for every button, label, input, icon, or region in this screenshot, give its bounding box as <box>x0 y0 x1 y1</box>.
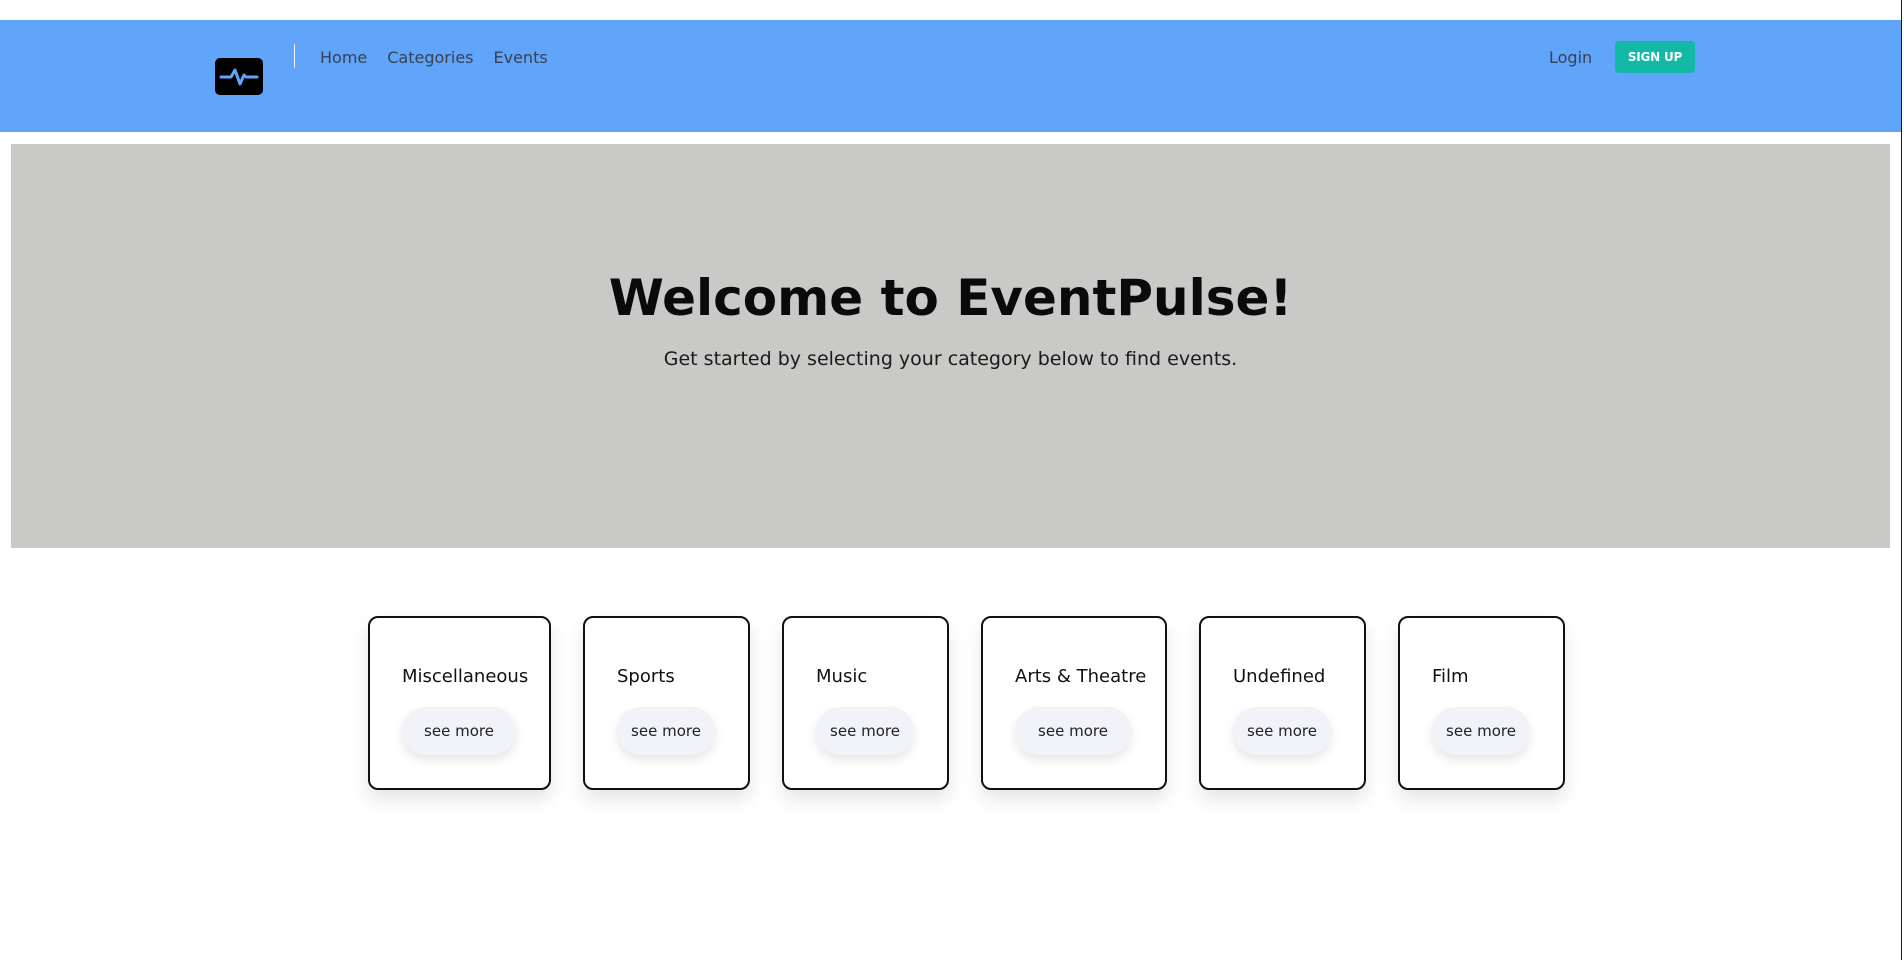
top-navigation-bar: Home Categories Events Login SIGN UP <box>0 20 1901 132</box>
category-card: Sports see more <box>583 616 750 790</box>
signup-button[interactable]: SIGN UP <box>1615 41 1695 73</box>
category-card: Arts & Theatre see more <box>981 616 1167 790</box>
category-card-title: Miscellaneous <box>402 666 529 687</box>
category-card: Music see more <box>782 616 949 790</box>
category-card: Undefined see more <box>1199 616 1366 790</box>
nav-home-link[interactable]: Home <box>320 48 367 68</box>
nav-divider <box>294 44 295 68</box>
nav-categories-link[interactable]: Categories <box>387 48 473 68</box>
see-more-button[interactable]: see more <box>1015 707 1131 755</box>
hero-banner: Welcome to EventPulse! Get started by se… <box>11 144 1890 548</box>
hero-subtitle: Get started by selecting your category b… <box>663 348 1238 370</box>
see-more-button[interactable]: see more <box>402 707 516 755</box>
pulse-icon[interactable] <box>215 58 263 95</box>
category-card-title: Undefined <box>1233 666 1326 687</box>
hero-title: Welcome to EventPulse! <box>608 269 1293 327</box>
category-card-title: Sports <box>617 666 675 687</box>
primary-nav: Home Categories Events <box>320 48 548 68</box>
page: Home Categories Events Login SIGN UP Wel… <box>0 0 1904 960</box>
see-more-button[interactable]: see more <box>1432 707 1530 755</box>
see-more-button[interactable]: see more <box>617 707 715 755</box>
category-card: Miscellaneous see more <box>368 616 551 790</box>
login-link[interactable]: Login <box>1549 48 1592 68</box>
category-card-title: Film <box>1432 666 1469 687</box>
see-more-button[interactable]: see more <box>816 707 914 755</box>
category-card: Film see more <box>1398 616 1565 790</box>
see-more-button[interactable]: see more <box>1233 707 1331 755</box>
nav-events-link[interactable]: Events <box>494 48 548 68</box>
category-card-title: Arts & Theatre <box>1015 666 1147 687</box>
category-card-title: Music <box>816 666 868 687</box>
